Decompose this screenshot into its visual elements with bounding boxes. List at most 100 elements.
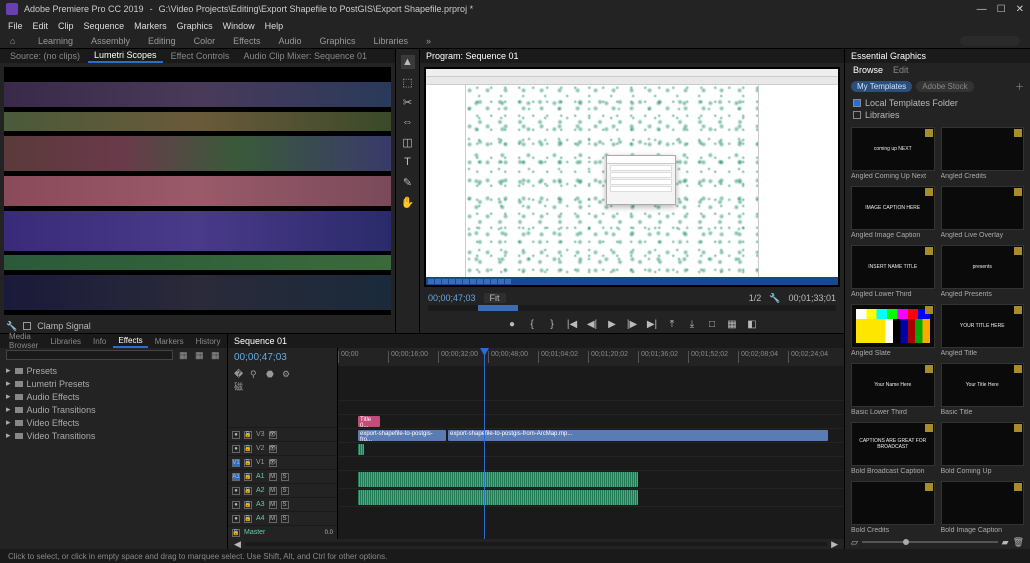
template-item[interactable]: INSERT NAME TITLEAngled Lower Third — [851, 245, 935, 298]
templates-grid[interactable]: coming up NEXTAngled Coming Up NextAngle… — [845, 123, 1030, 535]
workspace-libraries[interactable]: Libraries — [374, 36, 409, 46]
fx-badge-icon[interactable]: ▦ — [195, 350, 205, 360]
track-header-a3[interactable]: ●🔒A3MS — [228, 497, 337, 511]
tab-effect-controls[interactable]: Effect Controls — [165, 50, 236, 62]
workspace-effects[interactable]: Effects — [233, 36, 260, 46]
go-to-out-button[interactable]: ▶| — [646, 318, 658, 330]
template-item[interactable]: coming up NEXTAngled Coming Up Next — [851, 127, 935, 180]
template-item[interactable]: presentsAngled Presents — [941, 245, 1025, 298]
template-item[interactable]: Bold Credits — [851, 481, 935, 534]
tab-audio-clip-mixer[interactable]: Audio Clip Mixer: Sequence 01 — [237, 50, 373, 62]
safe-margins-button[interactable]: ▦ — [726, 318, 738, 330]
template-item[interactable]: Bold Coming Up — [941, 422, 1025, 475]
menu-markers[interactable]: Markers — [134, 21, 167, 31]
track-header-master[interactable]: 🔒Master0.0 — [228, 525, 337, 539]
link-icon[interactable]: ⚲ — [250, 369, 260, 379]
filter-adobe-stock[interactable]: Adobe Stock — [916, 81, 973, 92]
export-frame-button[interactable]: □ — [706, 318, 718, 330]
libraries-checkbox[interactable] — [853, 111, 861, 119]
tab-sequence[interactable]: Sequence 01 — [234, 336, 287, 346]
menu-sequence[interactable]: Sequence — [84, 21, 125, 31]
template-item[interactable]: YOUR TITLE HEREAngled Title — [941, 304, 1025, 357]
tab-lumetri-scopes[interactable]: Lumetri Scopes — [88, 49, 163, 63]
clip-audio[interactable] — [358, 472, 638, 487]
track-header-a2[interactable]: ●🔒A2MS — [228, 483, 337, 497]
template-item[interactable]: Your Title HereBasic Title — [941, 363, 1025, 416]
track-header-a1[interactable]: A1🔒A1MS — [228, 469, 337, 483]
track-header-v3[interactable]: ●🔒V3👁 — [228, 427, 337, 441]
wrench-icon[interactable]: 🔧 — [6, 321, 17, 332]
clamp-signal-checkbox[interactable] — [23, 322, 31, 330]
step-back-button[interactable]: ◀| — [586, 318, 598, 330]
tab-program[interactable]: Program: Sequence 01 — [426, 51, 519, 61]
menu-window[interactable]: Window — [223, 21, 255, 31]
selection-tool[interactable]: ▲ — [401, 55, 415, 69]
marker-icon[interactable]: ⬣ — [266, 369, 276, 379]
add-filter-icon[interactable]: ＋ — [1015, 80, 1024, 93]
step-forward-button[interactable]: |▶ — [626, 318, 638, 330]
fx-badge-icon[interactable]: ▦ — [179, 350, 189, 360]
mark-out-button[interactable]: } — [546, 318, 558, 330]
workspace-learning[interactable]: Learning — [38, 36, 73, 46]
track-header-v1[interactable]: V1🔒V1👁 — [228, 455, 337, 469]
menu-help[interactable]: Help — [265, 21, 284, 31]
program-view[interactable] — [424, 67, 840, 287]
track-header-v2[interactable]: ●🔒V2👁 — [228, 441, 337, 455]
lumetri-scope-display[interactable] — [4, 67, 391, 315]
tab-essential-graphics[interactable]: Essential Graphics — [851, 51, 926, 61]
program-timecode[interactable]: 00;00;47;03 — [428, 293, 476, 303]
pen-tool[interactable]: ◫ — [401, 135, 415, 149]
template-item[interactable]: Your Name HereBasic Lower Third — [851, 363, 935, 416]
template-item[interactable]: Angled Live Overlay — [941, 186, 1025, 239]
tab-libraries[interactable]: Libraries — [45, 336, 86, 347]
resolution-dropdown[interactable]: 1/2 — [749, 293, 762, 303]
menu-graphics[interactable]: Graphics — [177, 21, 213, 31]
track-select-tool[interactable]: ⬚ — [401, 75, 415, 89]
tab-info[interactable]: Info — [88, 336, 111, 347]
add-marker-button[interactable]: ● — [506, 318, 518, 330]
type-tool[interactable]: T — [401, 155, 415, 169]
program-scrubber[interactable] — [420, 305, 844, 315]
menu-clip[interactable]: Clip — [58, 21, 74, 31]
settings-icon[interactable]: ⚙ — [282, 369, 292, 379]
workspace-assembly[interactable]: Assembly — [91, 36, 130, 46]
timeline-tracks[interactable]: 00;00 00;00;16;00 00;00;32;00 00;00;48;0… — [338, 348, 844, 539]
template-item[interactable]: Bold Image Caption — [941, 481, 1025, 534]
minimize-button[interactable]: — — [977, 4, 987, 15]
rectangle-tool[interactable]: ✎ — [401, 175, 415, 189]
tab-markers[interactable]: Markers — [150, 336, 189, 347]
tab-source[interactable]: Source: (no clips) — [4, 50, 86, 62]
track-header-a4[interactable]: ●🔒A4MS — [228, 511, 337, 525]
menu-file[interactable]: File — [8, 21, 23, 31]
time-ruler[interactable]: 00;00 00;00;16;00 00;00;32;00 00;00;48;0… — [338, 348, 844, 366]
zoom-in-icon[interactable]: ▰ — [1002, 537, 1009, 548]
go-to-in-button[interactable]: |◀ — [566, 318, 578, 330]
template-item[interactable]: Angled Credits — [941, 127, 1025, 180]
workspace-audio[interactable]: Audio — [278, 36, 301, 46]
slip-tool[interactable]: ⇔ — [401, 115, 415, 129]
workspace-color[interactable]: Color — [194, 36, 216, 46]
clip-video[interactable]: export-shapefile-to-postgis-fro... — [358, 430, 446, 441]
thumbnail-size-slider[interactable] — [862, 541, 998, 543]
home-icon[interactable]: ⌂ — [10, 36, 20, 46]
mark-in-button[interactable]: { — [526, 318, 538, 330]
comparison-view-button[interactable]: ◧ — [746, 318, 758, 330]
search-input[interactable] — [960, 36, 1020, 46]
clip-video[interactable]: export-shapefile-to-postgis-from-ArcMap.… — [448, 430, 828, 441]
workspace-editing[interactable]: Editing — [148, 36, 176, 46]
workspace-graphics[interactable]: Graphics — [319, 36, 355, 46]
delete-icon[interactable]: 🗑 — [1013, 537, 1024, 548]
tab-effects[interactable]: Effects — [113, 335, 147, 348]
template-item[interactable]: Angled Slate — [851, 304, 935, 357]
clip-audio[interactable] — [358, 444, 364, 455]
eg-browse-tab[interactable]: Browse — [853, 65, 883, 75]
local-templates-checkbox[interactable] — [853, 99, 861, 107]
playhead[interactable] — [484, 348, 485, 539]
fx-badge-icon[interactable]: ▦ — [211, 350, 221, 360]
tab-history[interactable]: History — [191, 336, 226, 347]
clip-audio[interactable] — [358, 490, 638, 505]
workspace-overflow-icon[interactable]: » — [426, 36, 431, 46]
timeline-timecode[interactable]: 00;00;47;03 — [228, 348, 337, 367]
play-button[interactable]: ▶ — [606, 318, 618, 330]
timeline-zoom-scroll[interactable]: ◀▶ — [228, 539, 844, 549]
